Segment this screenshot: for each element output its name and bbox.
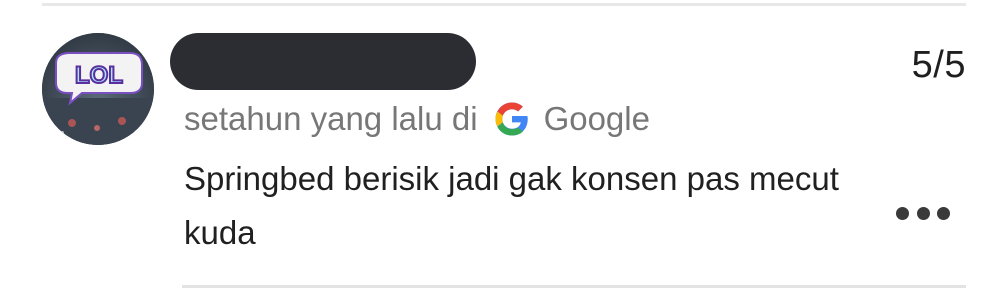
google-g-icon [494,101,530,137]
review-text: Springbed berisik jadi gak konsen pas me… [184,160,839,251]
rating: 5/5 [911,44,966,86]
divider-bottom [182,285,966,288]
review-time: setahun yang lalu di [184,100,478,137]
avatar-label: LOL [75,62,123,89]
review-meta: setahun yang lalu di Google [184,99,650,139]
review-source: Google [543,100,650,137]
review-card: LOL 5/5 setahun yang lalu di Google Spri… [0,0,1000,293]
reviewer-name-redacted [170,33,476,90]
more-options-icon[interactable] [896,196,950,230]
avatar[interactable]: LOL [42,33,154,145]
divider-top [42,3,966,6]
